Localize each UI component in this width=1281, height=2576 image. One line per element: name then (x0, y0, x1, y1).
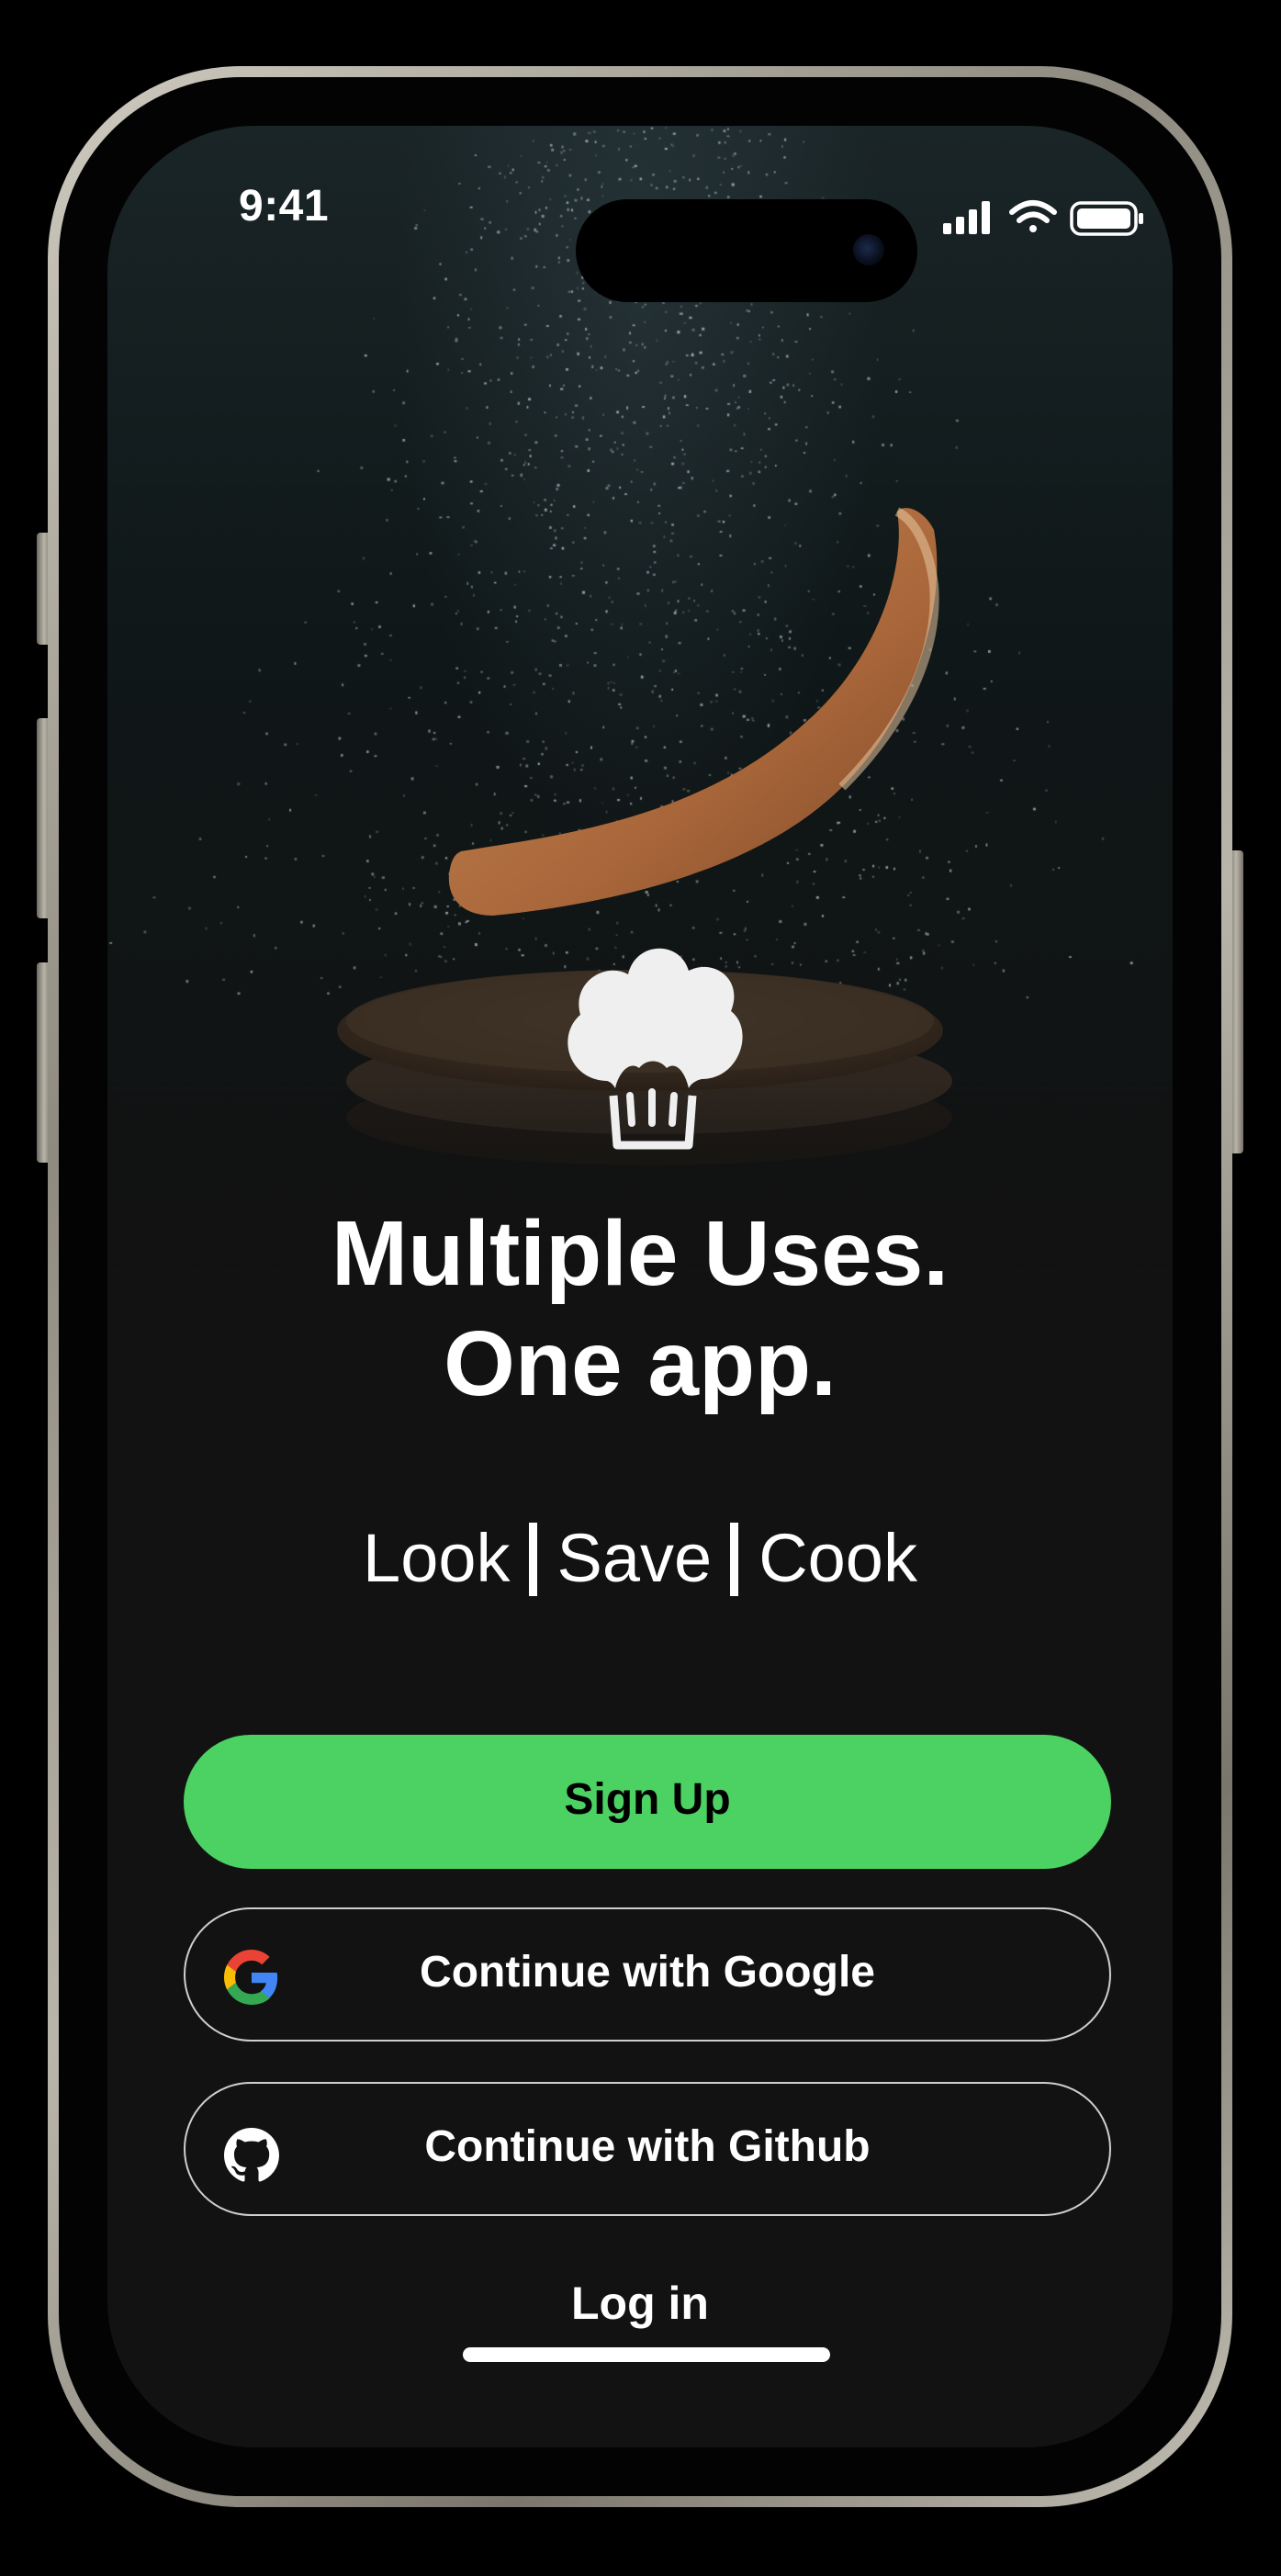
tagline-save: Save (556, 1520, 713, 1596)
dynamic-island (576, 199, 917, 302)
github-label: Continue with Github (424, 2121, 871, 2171)
signal-icon (943, 201, 990, 234)
sign-up-button[interactable]: Sign Up (184, 1735, 1111, 1869)
phone-bezel: 9:41 Multiple Uses. One app. Look Save C… (59, 77, 1221, 2496)
tagline-look: Look (363, 1520, 511, 1596)
tagline-cook: Cook (758, 1520, 917, 1596)
app-screen: 9:41 Multiple Uses. One app. Look Save C… (107, 126, 1173, 2447)
front-camera (853, 234, 884, 265)
google-label: Continue with Google (420, 1947, 875, 1997)
tagline: Look Save Cook (107, 1513, 1173, 1604)
sign-up-label: Sign Up (564, 1774, 731, 1824)
wifi-icon (1009, 200, 1057, 232)
battery-icon (1070, 201, 1143, 236)
chef-hat-icon (567, 948, 743, 1150)
github-icon (224, 2128, 279, 2182)
tagline-divider (730, 1523, 739, 1596)
continue-with-google-button[interactable]: Continue with Google (184, 1907, 1111, 2042)
phone-frame: 9:41 Multiple Uses. One app. Look Save C… (48, 66, 1232, 2507)
headline-line-1: Multiple Uses. (331, 1202, 950, 1305)
log-in-link[interactable]: Log in (107, 2277, 1173, 2330)
continue-with-github-button[interactable]: Continue with Github (184, 2082, 1111, 2216)
home-indicator[interactable] (463, 2347, 830, 2362)
headline-line-2: One app. (444, 1312, 837, 1415)
status-time: 9:41 (239, 182, 330, 231)
google-icon (224, 1950, 278, 2005)
tagline-divider (528, 1523, 537, 1596)
